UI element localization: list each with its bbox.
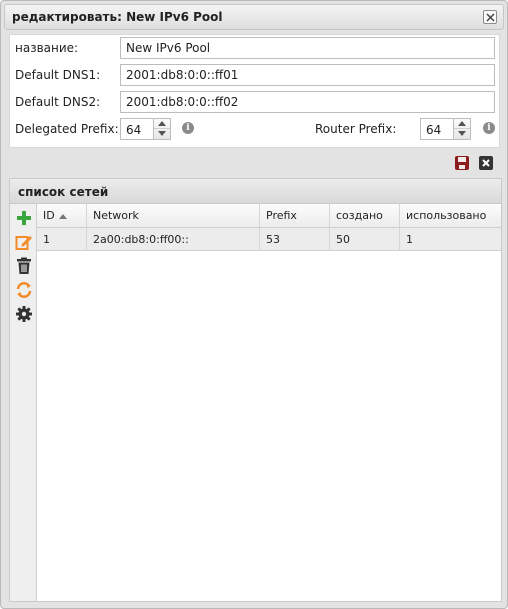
delegated-prefix-stepper[interactable] xyxy=(153,118,171,140)
add-icon xyxy=(17,211,31,225)
refresh-icon xyxy=(16,282,32,298)
dialog-title: редактировать: New IPv6 Pool xyxy=(12,10,223,24)
sort-ascending-icon xyxy=(58,213,67,219)
delegated-prefix-field[interactable]: 64 xyxy=(120,118,153,140)
cell-created: 50 xyxy=(330,228,400,251)
dns1-field[interactable] xyxy=(120,64,495,86)
column-header-prefix[interactable]: Prefix xyxy=(260,204,330,228)
column-header-created[interactable]: создано xyxy=(330,204,400,228)
edit-button[interactable] xyxy=(15,233,33,251)
info-icon[interactable]: i xyxy=(182,122,194,134)
settings-icon xyxy=(16,306,32,322)
networks-grid: список сетей ID Network Prefix создано и… xyxy=(9,178,502,602)
cancel-icon xyxy=(479,156,493,170)
grid-header: список сетей xyxy=(10,179,501,204)
name-label: название: xyxy=(15,41,79,55)
router-prefix-field[interactable]: 64 xyxy=(420,118,453,140)
refresh-button[interactable] xyxy=(15,281,33,299)
cancel-button[interactable] xyxy=(478,155,494,171)
settings-button[interactable] xyxy=(15,305,33,323)
grid-toolbar xyxy=(10,204,37,601)
stepper-down-icon[interactable] xyxy=(154,129,170,139)
grid-title: список сетей xyxy=(18,185,109,199)
dns2-label: Default DNS2: xyxy=(15,95,101,109)
column-header-used[interactable]: использовано xyxy=(400,204,501,228)
close-icon xyxy=(486,13,495,22)
dialog-titlebar: редактировать: New IPv6 Pool xyxy=(4,4,504,30)
cell-network: 2a00:db8:0:ff00:: xyxy=(87,228,260,251)
close-button[interactable] xyxy=(483,10,497,24)
table-row[interactable]: 1 2a00:db8:0:ff00:: 53 50 1 xyxy=(37,228,501,251)
stepper-down-icon[interactable] xyxy=(454,129,470,139)
column-header-id[interactable]: ID xyxy=(37,204,87,228)
router-prefix-label: Router Prefix: xyxy=(315,122,397,136)
edit-icon xyxy=(15,236,32,250)
cell-id: 1 xyxy=(37,228,87,251)
dns1-label: Default DNS1: xyxy=(15,68,101,82)
save-button[interactable] xyxy=(454,155,470,171)
delete-icon xyxy=(17,257,31,274)
name-field[interactable] xyxy=(120,37,495,59)
delete-button[interactable] xyxy=(15,257,33,275)
add-button[interactable] xyxy=(15,209,33,227)
stepper-up-icon[interactable] xyxy=(154,119,170,129)
stepper-up-icon[interactable] xyxy=(454,119,470,129)
grid-body: ID Network Prefix создано использовано 1… xyxy=(37,204,501,601)
delegated-prefix-label: Delegated Prefix: xyxy=(15,122,119,136)
column-header-network[interactable]: Network xyxy=(87,204,260,228)
cell-used: 1 xyxy=(406,233,413,246)
router-prefix-stepper[interactable] xyxy=(453,118,471,140)
dns2-field[interactable] xyxy=(120,91,495,113)
pool-form: название: Default DNS1: Default DNS2: De… xyxy=(9,34,500,148)
cell-prefix: 53 xyxy=(260,228,330,251)
info-icon[interactable]: i xyxy=(483,122,495,134)
edit-pool-dialog: редактировать: New IPv6 Pool название: D… xyxy=(0,0,508,609)
save-icon xyxy=(455,156,469,170)
